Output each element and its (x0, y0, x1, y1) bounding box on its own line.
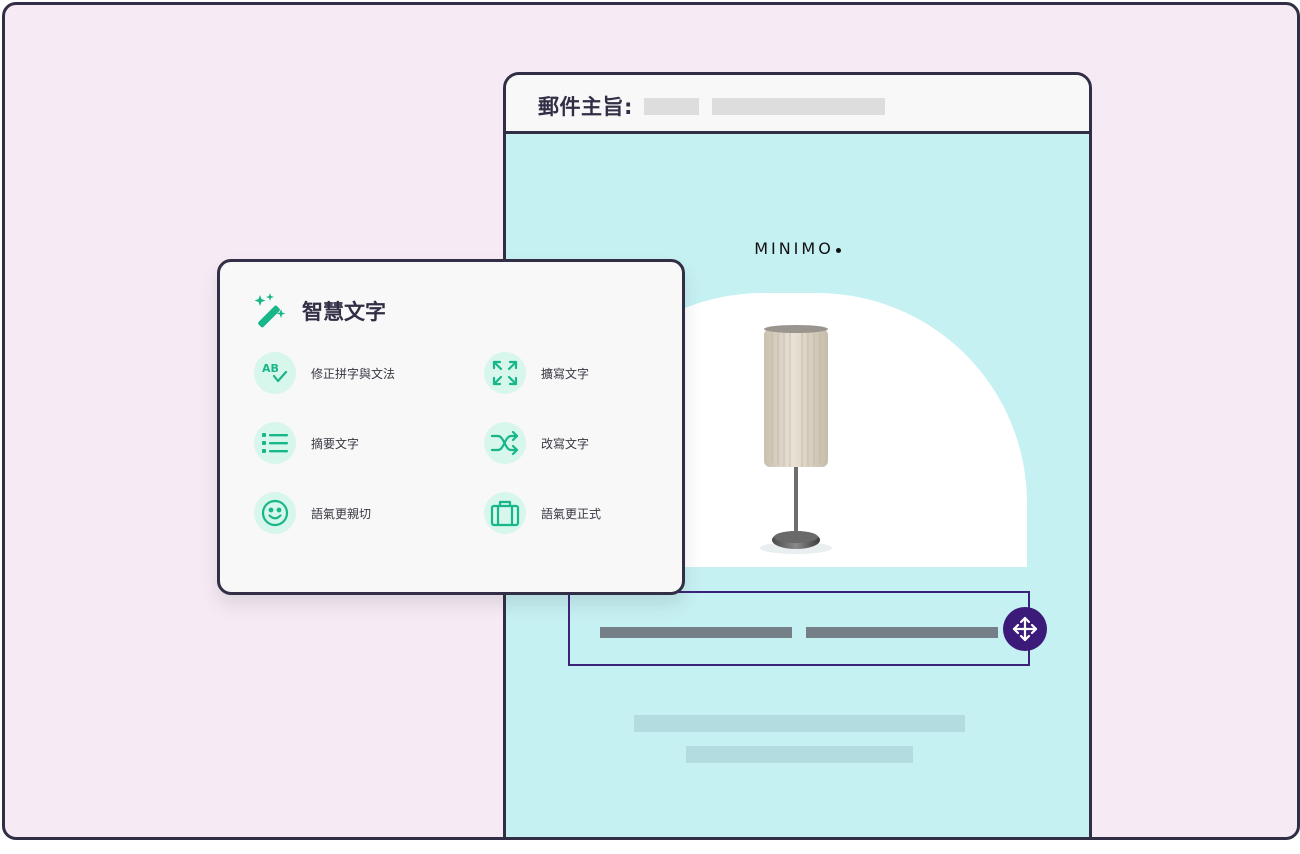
move-handle[interactable] (1003, 607, 1047, 651)
ab-check-icon: AB (254, 352, 296, 394)
body-text-placeholder (634, 715, 965, 732)
option-rewrite-text[interactable]: 改寫文字 (484, 422, 589, 464)
subject-placeholder-short (644, 98, 699, 115)
briefcase-icon (484, 492, 526, 534)
body-text-placeholder (686, 746, 913, 763)
option-label: 修正拼字與文法 (311, 366, 396, 381)
option-formal-tone[interactable]: 語氣更正式 (484, 492, 601, 534)
option-label: 改寫文字 (541, 436, 590, 451)
option-label: 摘要文字 (311, 436, 360, 451)
smart-text-panel: 智慧文字 AB 修正拼字與文法 擴寫文字 摘要文字 改寫文字 語氣更親切 語氣更… (217, 259, 685, 595)
magic-wand-icon (254, 293, 286, 328)
move-arrows-icon (1012, 616, 1038, 642)
text-line-placeholder (806, 627, 998, 638)
option-expand-text[interactable]: 擴寫文字 (484, 352, 589, 394)
option-friendlier-tone[interactable]: 語氣更親切 (254, 492, 371, 534)
option-label: 擴寫文字 (541, 366, 590, 381)
brand-logo: MINIMO (506, 239, 1089, 258)
subject-label: 郵件主旨: (538, 95, 633, 119)
shuffle-icon (484, 422, 526, 464)
text-line-placeholder (600, 627, 792, 638)
expand-arrows-icon (484, 352, 526, 394)
option-label: 語氣更親切 (311, 506, 372, 521)
lamp-product-image (760, 325, 832, 554)
list-icon (254, 422, 296, 464)
subject-placeholder-long (712, 98, 885, 115)
brand-name: MINIMO (754, 239, 834, 258)
option-summarize-text[interactable]: 摘要文字 (254, 422, 359, 464)
option-label: 語氣更正式 (541, 506, 602, 521)
option-fix-spelling[interactable]: AB 修正拼字與文法 (254, 352, 395, 394)
smile-icon (254, 492, 296, 534)
svg-text:AB: AB (262, 362, 279, 375)
app-canvas: 郵件主旨: MINIMO 智慧文字 AB 修正拼字與文法 擴寫文字 摘要文字 改… (2, 2, 1300, 840)
panel-title: 智慧文字 (302, 300, 386, 324)
selected-text-block[interactable] (568, 591, 1030, 666)
email-subject-header: 郵件主旨: (506, 75, 1089, 134)
brand-dot (835, 248, 841, 253)
